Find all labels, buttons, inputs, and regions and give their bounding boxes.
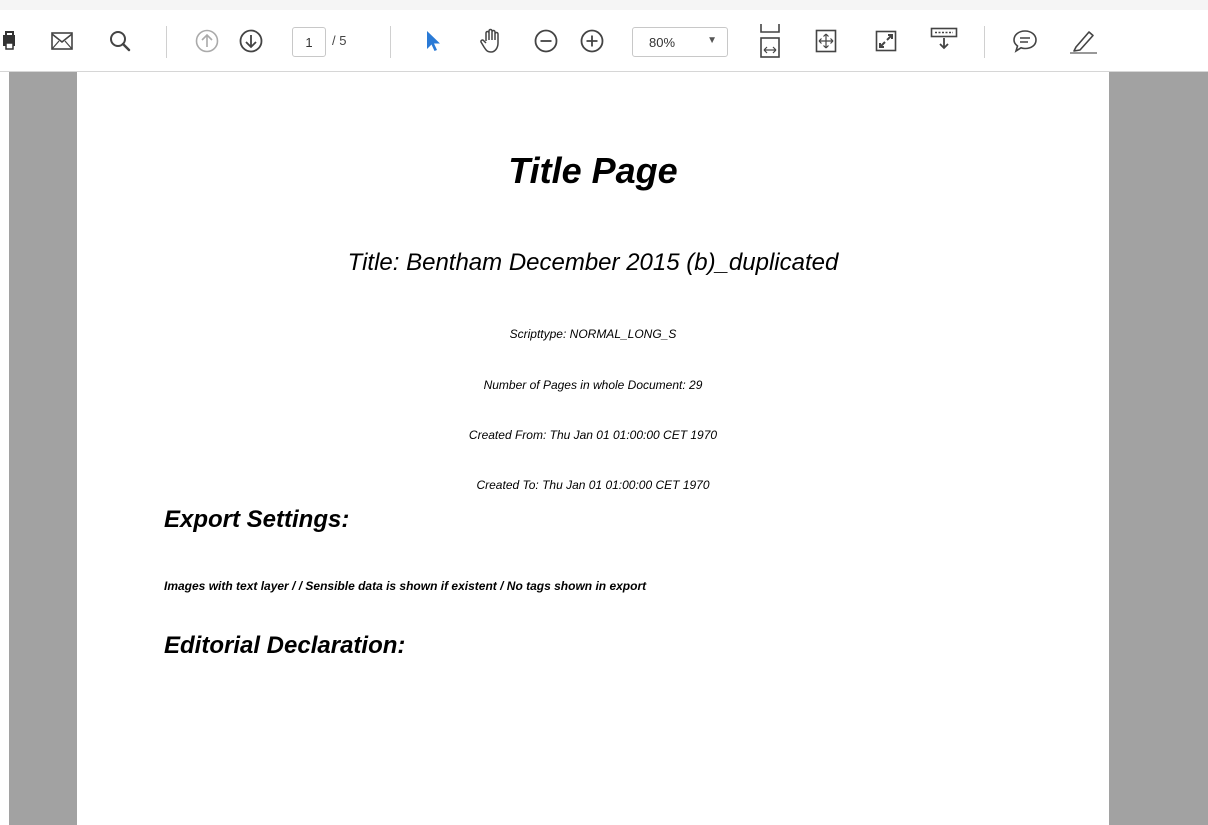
highlight-icon[interactable] [1066, 26, 1100, 56]
scripttype-text: Scripttype: NORMAL_LONG_S [509, 327, 677, 341]
search-icon[interactable] [106, 26, 134, 56]
mail-icon[interactable] [48, 26, 76, 56]
toolbar-separator [984, 26, 985, 58]
toolbar-separator [166, 26, 167, 58]
zoom-select[interactable]: 80% ▼ [632, 27, 728, 57]
chevron-down-icon: ▼ [707, 35, 717, 46]
zoom-value: 80% [649, 35, 676, 50]
zoom-in-icon[interactable] [578, 26, 606, 56]
next-page-icon[interactable] [236, 26, 266, 56]
print-icon[interactable] [0, 26, 22, 56]
fit-width-icon[interactable] [756, 22, 784, 60]
pdf-page: Title Page Title: Bentham December 2015 … [77, 72, 1109, 825]
created-from-text: Created From: Thu Jan 01 01:00:00 CET 19… [468, 428, 718, 442]
toolbar: 1 / 5 80% ▼ [0, 0, 1208, 72]
page-number-input[interactable]: 1 [292, 27, 326, 57]
page-count-text: Number of Pages in whole Document: 29 [483, 378, 703, 392]
fullscreen-icon[interactable] [872, 26, 900, 56]
select-cursor-icon[interactable] [420, 26, 446, 56]
read-mode-icon[interactable] [928, 24, 960, 54]
hand-tool-icon[interactable] [476, 26, 506, 56]
toolbar-top-strip [0, 0, 1208, 10]
export-settings-line: Images with text layer / / Sensible data… [164, 579, 647, 593]
zoom-out-icon[interactable] [532, 26, 560, 56]
export-settings-heading: Export Settings: [164, 506, 350, 533]
created-to-text: Created To: Thu Jan 01 01:00:00 CET 1970 [476, 478, 710, 492]
document-viewer[interactable]: Title Page Title: Bentham December 2015 … [0, 72, 1208, 825]
editorial-declaration-heading: Editorial Declaration: [164, 632, 406, 659]
viewer-left-edge [0, 72, 9, 825]
toolbar-separator [390, 26, 391, 58]
page-total-label: / 5 [332, 33, 347, 48]
fit-page-icon[interactable] [812, 26, 840, 56]
document-subtitle: Title: Bentham December 2015 (b)_duplica… [347, 249, 839, 276]
prev-page-icon[interactable] [192, 26, 222, 56]
page-title: Title Page [508, 150, 678, 191]
comment-icon[interactable] [1010, 26, 1040, 56]
